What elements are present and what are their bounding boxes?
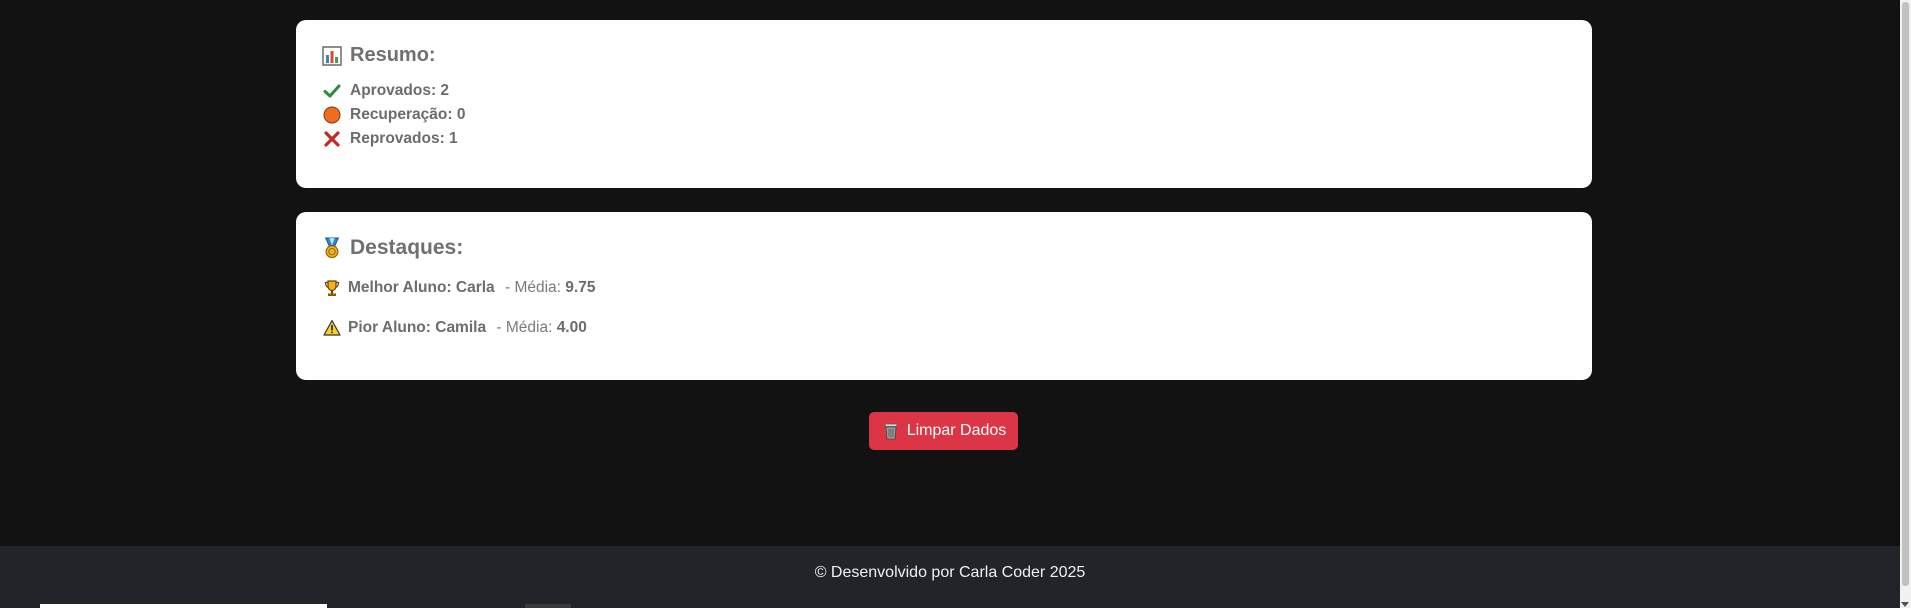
horizontal-scroll-segment bbox=[525, 604, 571, 608]
best-student-sep: - Média: bbox=[500, 279, 566, 296]
summary-card: Resumo: Aprovados: 2 Recuperação: 0 Repr… bbox=[296, 20, 1592, 188]
summary-title-text: Resumo: bbox=[350, 44, 436, 66]
orange-circle-icon bbox=[322, 105, 342, 125]
clear-data-button[interactable]: Limpar Dados bbox=[869, 412, 1018, 450]
best-student-row: Melhor Aluno: Carla - Média: 9.75 bbox=[322, 278, 1566, 298]
worst-student-row: Pior Aluno: Camila - Média: 4.00 bbox=[322, 318, 1566, 338]
cross-icon bbox=[322, 129, 342, 149]
worst-student-sep: - Média: bbox=[492, 319, 557, 336]
failed-label: Reprovados: 1 bbox=[350, 130, 458, 147]
highlights-title: Destaques: bbox=[322, 236, 1566, 260]
worst-student-label: Pior Aluno: Camila bbox=[348, 319, 487, 336]
scrollbar-thumb[interactable] bbox=[1902, 2, 1909, 586]
highlights-title-text: Destaques: bbox=[350, 236, 464, 259]
summary-title: Resumo: bbox=[322, 44, 1566, 67]
best-student-label: Melhor Aluno: Carla bbox=[348, 279, 495, 296]
trash-icon bbox=[881, 421, 901, 441]
best-student-average: 9.75 bbox=[565, 279, 596, 296]
bar-chart-icon bbox=[322, 45, 342, 66]
horizontal-scrollbar[interactable] bbox=[40, 604, 327, 608]
clear-data-label: Limpar Dados bbox=[906, 422, 1007, 439]
check-icon bbox=[322, 81, 342, 101]
worst-student-average: 4.00 bbox=[556, 319, 587, 336]
failed-stat: Reprovados: 1 bbox=[322, 127, 1566, 151]
medal-icon bbox=[322, 237, 342, 259]
highlights-card: Destaques: Melhor Aluno: Carla - Média: … bbox=[296, 212, 1592, 380]
approved-stat: Aprovados: 2 bbox=[322, 79, 1566, 103]
scroll-down-arrow-icon[interactable] bbox=[1901, 602, 1909, 607]
vertical-scrollbar[interactable] bbox=[1900, 0, 1911, 608]
footer-text: © Desenvolvido por Carla Coder 2025 bbox=[814, 564, 1086, 581]
recovery-label: Recuperação: 0 bbox=[350, 106, 466, 123]
trophy-icon bbox=[322, 278, 342, 298]
warning-icon bbox=[322, 318, 342, 338]
footer: © Desenvolvido por Carla Coder 2025 bbox=[0, 546, 1900, 608]
recovery-stat: Recuperação: 0 bbox=[322, 103, 1566, 127]
approved-label: Aprovados: 2 bbox=[350, 82, 450, 99]
